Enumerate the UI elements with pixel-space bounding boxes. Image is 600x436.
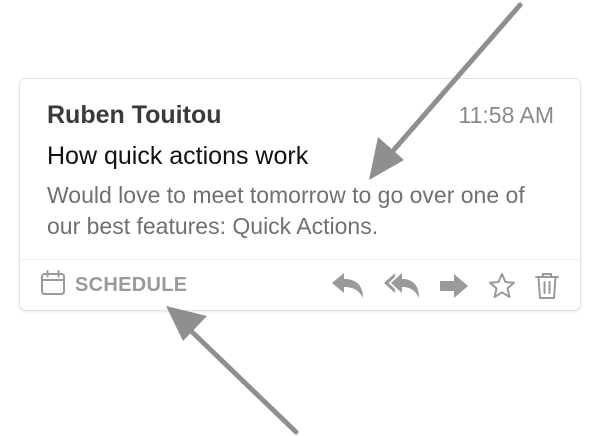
reply-icon[interactable] bbox=[330, 271, 366, 301]
schedule-label: SCHEDULE bbox=[75, 273, 188, 296]
schedule-button[interactable]: SCHEDULE bbox=[40, 269, 188, 301]
timestamp: 11:58 AM bbox=[458, 102, 554, 128]
star-icon[interactable] bbox=[487, 271, 517, 301]
reply-all-icon[interactable] bbox=[383, 271, 421, 301]
email-subject: How quick actions work bbox=[47, 142, 309, 170]
sender-name: Ruben Touitou bbox=[47, 101, 222, 129]
calendar-icon bbox=[40, 269, 66, 301]
action-icons bbox=[330, 270, 560, 302]
quick-actions-bar: SCHEDULE bbox=[20, 259, 580, 310]
email-card[interactable]: Ruben Touitou 11:58 AM How quick actions… bbox=[20, 79, 580, 310]
forward-icon[interactable] bbox=[438, 271, 470, 301]
trash-icon[interactable] bbox=[534, 271, 560, 301]
email-snippet: Would love to meet tomorrow to go over o… bbox=[47, 182, 525, 239]
